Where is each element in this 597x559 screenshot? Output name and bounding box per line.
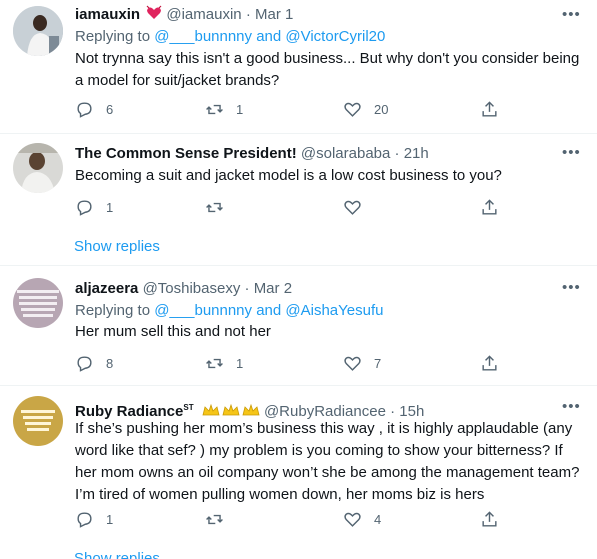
timestamp[interactable]: Mar 1 — [255, 6, 293, 23]
display-name[interactable]: The Common Sense President! — [75, 145, 297, 162]
retweet-button[interactable]: 1 — [205, 353, 243, 373]
heart-icon — [344, 102, 361, 117]
tweet-actions: 8 1 7 — [75, 353, 505, 373]
tweet-4[interactable]: Ruby RadianceST @RubyRadiancee · 15h •••… — [0, 386, 597, 559]
avatar-photo — [13, 396, 63, 446]
like-button[interactable]: 20 — [343, 99, 388, 119]
user-handle[interactable]: @Toshibasexy — [143, 280, 241, 297]
tweet-text: Becoming a suit and jacket model is a lo… — [75, 167, 502, 184]
tweet-2[interactable]: The Common Sense President! @solarababa … — [0, 134, 597, 264]
reply-icon — [77, 101, 92, 118]
user-handle[interactable]: @solarababa — [301, 145, 390, 162]
share-button[interactable] — [480, 509, 499, 529]
retweet-icon — [206, 104, 223, 114]
replying-to: Replying to @___bunnnny and @VictorCyril… — [75, 28, 386, 45]
tweet-header: aljazeera @Toshibasexy · Mar 2 — [75, 280, 293, 297]
reply-mentions[interactable]: @___bunnnny and @AishaYesufu — [154, 302, 383, 319]
display-name[interactable]: aljazeera — [75, 280, 138, 297]
tweet-1[interactable]: iamauxin @iamauxin · Mar 1 ••• Replying … — [0, 0, 597, 132]
tweet-text: Her mum sell this and not her — [75, 323, 271, 340]
display-name-superscript: ST — [183, 403, 194, 412]
show-replies-link[interactable]: Show replies — [74, 237, 160, 257]
timestamp[interactable]: Mar 2 — [254, 280, 292, 297]
like-button[interactable]: 7 — [343, 353, 381, 373]
more-options-icon[interactable]: ••• — [562, 399, 580, 420]
replying-to: Replying to @___bunnnny and @AishaYesufu — [75, 302, 384, 319]
tweet-header: iamauxin @iamauxin · Mar 1 — [75, 5, 293, 27]
retweet-icon — [206, 514, 223, 524]
share-icon — [482, 100, 497, 117]
show-replies-link[interactable]: Show replies — [74, 549, 160, 559]
retweet-count: 1 — [236, 101, 244, 117]
like-button[interactable]: 4 — [343, 509, 381, 529]
avatar-photo — [13, 143, 63, 193]
reply-count: 8 — [106, 355, 114, 371]
retweet-icon — [206, 358, 223, 368]
tweet-actions: 6 1 20 — [75, 99, 505, 119]
avatar[interactable] — [13, 278, 63, 328]
reply-icon — [77, 199, 92, 216]
share-icon — [482, 354, 497, 371]
user-handle[interactable]: @iamauxin — [166, 6, 241, 23]
tweet-actions: 1 — [75, 197, 505, 217]
share-button[interactable] — [480, 99, 499, 119]
timestamp[interactable]: 21h — [404, 145, 429, 162]
heart-icon — [344, 512, 361, 527]
reply-button[interactable]: 6 — [75, 99, 113, 119]
more-options-icon[interactable]: ••• — [562, 7, 580, 28]
reply-count: 6 — [106, 101, 114, 117]
avatar-photo — [13, 6, 63, 56]
reply-count: 1 — [106, 511, 114, 527]
share-icon — [482, 510, 497, 527]
retweet-count: 1 — [236, 355, 244, 371]
avatar[interactable] — [13, 143, 63, 193]
display-name[interactable]: iamauxin — [75, 6, 140, 23]
reply-button[interactable]: 1 — [75, 197, 113, 217]
reply-button[interactable]: 8 — [75, 353, 113, 373]
like-button[interactable] — [343, 197, 374, 217]
tweet-text: If she’s pushing her mom’s business this… — [75, 420, 580, 503]
retweet-button[interactable]: 1 — [205, 99, 243, 119]
heart-icon — [344, 200, 361, 215]
share-button[interactable] — [480, 353, 499, 373]
tweet-actions: 1 4 — [75, 509, 505, 529]
reply-count: 1 — [106, 199, 114, 215]
reply-icon — [77, 355, 92, 372]
more-options-icon[interactable]: ••• — [562, 145, 580, 166]
tweet-header: The Common Sense President! @solarababa … — [75, 145, 429, 162]
retweet-button[interactable] — [205, 509, 236, 529]
avatar-photo — [13, 278, 63, 328]
like-count: 20 — [374, 101, 389, 117]
share-button[interactable] — [480, 197, 499, 217]
like-count: 4 — [374, 511, 382, 527]
reply-icon — [77, 511, 92, 528]
more-options-icon[interactable]: ••• — [562, 280, 580, 301]
retweet-button[interactable] — [205, 197, 236, 217]
like-count: 7 — [374, 355, 382, 371]
reply-button[interactable]: 1 — [75, 509, 113, 529]
heart-icon — [344, 356, 361, 371]
share-icon — [482, 198, 497, 215]
heart-emoji-icon — [146, 5, 162, 27]
tweet-text: Not trynna say this isn't a good busines… — [75, 50, 580, 89]
reply-mentions[interactable]: @___bunnnny and @VictorCyril20 — [154, 28, 385, 45]
avatar[interactable] — [13, 6, 63, 56]
tweet-3[interactable]: aljazeera @Toshibasexy · Mar 2 ••• Reply… — [0, 266, 597, 384]
avatar[interactable] — [13, 396, 63, 446]
retweet-icon — [206, 202, 223, 212]
